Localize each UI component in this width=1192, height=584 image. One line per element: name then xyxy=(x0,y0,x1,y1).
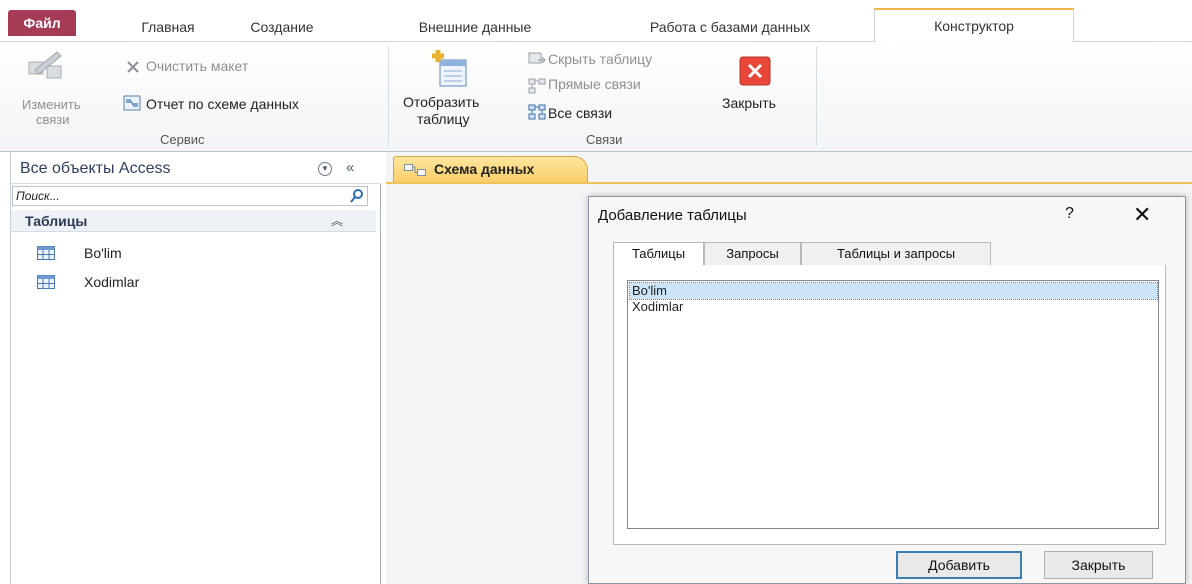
tab-external-data[interactable]: Внешние данные xyxy=(402,13,548,42)
tab-file[interactable]: Файл xyxy=(8,10,76,36)
ribbon-tab-bar: Файл Главная Создание Внешние данные Раб… xyxy=(0,0,1192,43)
hide-table-button[interactable]: Скрыть таблицу xyxy=(548,51,652,67)
table-icon xyxy=(37,275,55,289)
show-table-dialog: Добавление таблицы ? ✕ Таблицы Запросы Т… xyxy=(588,196,1186,584)
relationship-report-icon xyxy=(123,95,141,111)
close-relationships-icon xyxy=(739,56,771,86)
nav-item-table[interactable]: Bo'lim xyxy=(31,242,371,266)
close-button[interactable]: Закрыть xyxy=(1044,551,1153,579)
search-placeholder: Поиск... xyxy=(16,189,60,203)
tab-design[interactable]: Конструктор xyxy=(874,8,1074,43)
tab-queries[interactable]: Запросы xyxy=(704,242,801,266)
dialog-title: Добавление таблицы xyxy=(598,207,747,224)
document-tab-label: Схема данных xyxy=(434,161,535,177)
help-button[interactable]: ? xyxy=(1065,205,1074,223)
direct-relationships-button[interactable]: Прямые связи xyxy=(548,76,641,92)
close-icon[interactable]: ✕ xyxy=(1133,202,1151,228)
tab-tables-and-queries[interactable]: Таблицы и запросы xyxy=(801,242,991,266)
tab-home[interactable]: Главная xyxy=(136,13,200,42)
edit-relationships-icon xyxy=(28,51,62,79)
all-relationships-button[interactable]: Все связи xyxy=(548,105,612,121)
table-list[interactable]: Bo'lim Xodimlar xyxy=(627,280,1159,529)
tab-database-tools[interactable]: Работа с базами данных xyxy=(612,13,848,42)
hide-table-icon xyxy=(528,52,546,64)
direct-relationships-icon xyxy=(528,78,546,94)
show-table-icon xyxy=(432,50,467,87)
search-icon[interactable] xyxy=(349,188,365,204)
tab-create[interactable]: Создание xyxy=(240,13,324,42)
close-relationships-button[interactable]: Закрыть xyxy=(722,95,776,111)
group-label-relationships: Связи xyxy=(586,132,623,147)
show-table-label: таблицу xyxy=(417,111,470,127)
document-tab-strip xyxy=(386,182,1192,184)
table-icon xyxy=(37,246,55,260)
group-separator xyxy=(388,46,389,146)
clear-layout-icon xyxy=(127,61,139,73)
nav-item-table[interactable]: Xodimlar xyxy=(31,271,371,295)
nav-group-tables[interactable]: Таблицы ︽ xyxy=(11,210,376,232)
chevron-down-icon[interactable]: ▼ xyxy=(318,162,332,176)
list-item[interactable]: Xodimlar xyxy=(630,299,1157,315)
add-button[interactable]: Добавить xyxy=(896,551,1022,579)
list-item[interactable]: Bo'lim xyxy=(629,282,1158,300)
relationship-report-button[interactable]: Отчет по схеме данных xyxy=(146,96,299,112)
navigation-pane: Все объекты Access ▼ « Поиск... Таблицы … xyxy=(10,152,381,584)
nav-pane-header[interactable]: Все объекты Access ▼ « xyxy=(11,152,381,184)
edit-relationships-label: связи xyxy=(36,112,70,127)
all-relationships-icon xyxy=(528,104,546,120)
search-input[interactable]: Поиск... xyxy=(12,186,368,206)
nav-pane-title: Все объекты Access xyxy=(20,160,171,177)
show-table-button[interactable]: Отобразить xyxy=(403,94,479,110)
chevron-up-icon[interactable]: ︽ xyxy=(331,212,343,229)
group-separator xyxy=(816,46,817,146)
nav-item-label: Bo'lim xyxy=(84,245,122,261)
nav-group-title: Таблицы xyxy=(25,213,88,229)
dialog-tab-panel: Bo'lim Xodimlar xyxy=(613,265,1166,545)
collapse-pane-icon[interactable]: « xyxy=(346,159,354,176)
tab-relationships-document[interactable]: Схема данных xyxy=(393,156,588,182)
nav-item-label: Xodimlar xyxy=(84,274,140,290)
relationships-icon xyxy=(404,164,426,176)
edit-relationships-button[interactable]: Изменить xyxy=(22,97,81,112)
clear-layout-button[interactable]: Очистить макет xyxy=(146,58,248,74)
tab-tables[interactable]: Таблицы xyxy=(613,242,704,267)
ribbon: Изменить связи Очистить макет Отчет по с… xyxy=(0,42,1192,152)
group-label-tools: Сервис xyxy=(160,132,205,147)
